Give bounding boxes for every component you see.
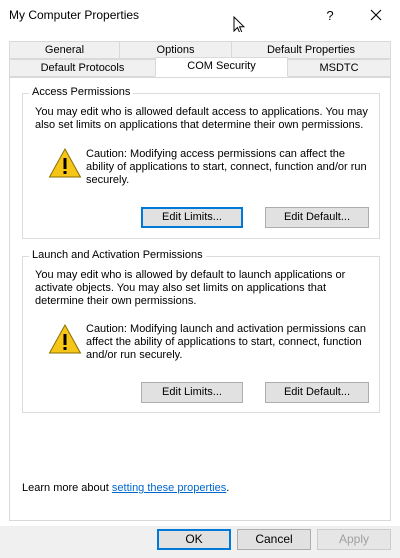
tab-msdtc[interactable]: MSDTC <box>287 59 391 77</box>
apply-button: Apply <box>317 529 391 550</box>
ok-button[interactable]: OK <box>157 529 231 550</box>
window-title: My Computer Properties <box>9 8 140 22</box>
learn-more-prefix: Learn more about <box>22 482 112 494</box>
access-permissions-group: Access Permissions You may edit who is a… <box>22 86 380 239</box>
warning-icon <box>48 323 82 354</box>
launch-permissions-group: Launch and Activation Permissions You ma… <box>22 249 380 413</box>
warning-icon <box>48 147 82 178</box>
title-bar: My Computer Properties ? <box>0 0 400 35</box>
tab-com-security[interactable]: COM Security <box>155 57 288 77</box>
access-edit-default-button[interactable]: Edit Default... <box>265 207 369 228</box>
tab-panel-com-security: Access Permissions You may edit who is a… <box>9 77 391 521</box>
learn-more-text: Learn more about setting these propertie… <box>22 482 229 494</box>
access-edit-limits-button[interactable]: Edit Limits... <box>141 207 243 228</box>
close-button[interactable] <box>362 4 390 28</box>
access-description: You may edit who is allowed default acce… <box>35 106 368 131</box>
access-permissions-legend: Access Permissions <box>29 86 134 98</box>
launch-description: You may edit who is allowed by default t… <box>35 269 346 307</box>
dialog-footer: OK Cancel Apply <box>0 526 400 558</box>
launch-caution-text: Caution: Modifying launch and activation… <box>86 323 367 361</box>
cancel-button[interactable]: Cancel <box>237 529 311 550</box>
help-button[interactable]: ? <box>320 6 340 26</box>
tab-default-protocols[interactable]: Default Protocols <box>9 59 156 77</box>
launch-edit-limits-button[interactable]: Edit Limits... <box>141 382 243 403</box>
launch-permissions-legend: Launch and Activation Permissions <box>29 249 206 261</box>
setting-properties-link[interactable]: setting these properties <box>112 482 226 494</box>
launch-edit-default-button[interactable]: Edit Default... <box>265 382 369 403</box>
learn-more-suffix: . <box>226 482 230 494</box>
access-caution-text: Caution: Modifying access permissions ca… <box>86 148 367 186</box>
tab-general[interactable]: General <box>9 41 120 59</box>
close-icon <box>370 9 382 21</box>
